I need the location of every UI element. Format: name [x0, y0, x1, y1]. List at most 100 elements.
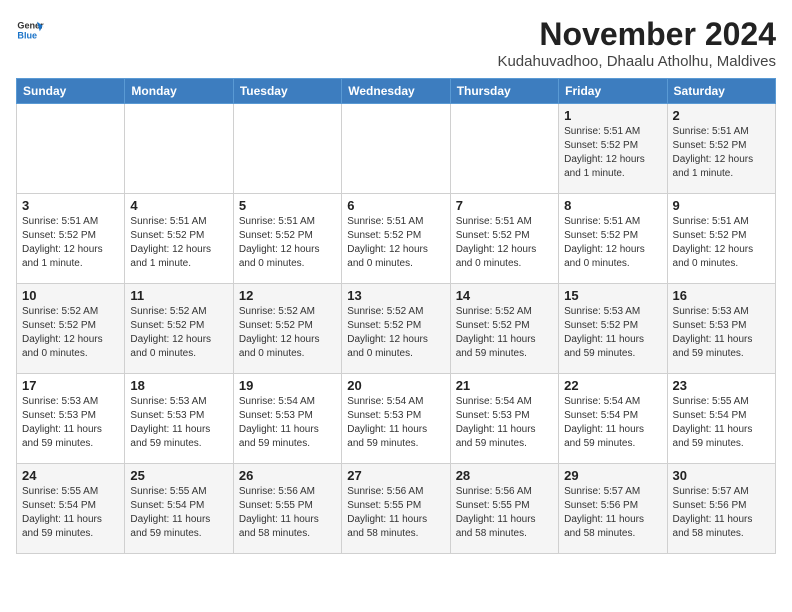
- location: Kudahuvadhoo, Dhaalu Atholhu, Maldives: [497, 53, 776, 70]
- day-info: Sunrise: 5:51 AMSunset: 5:52 PMDaylight:…: [239, 215, 336, 271]
- week-row-2: 3 Sunrise: 5:51 AMSunset: 5:52 PMDaylight…: [17, 194, 776, 284]
- day-cell: 24 Sunrise: 5:55 AMSunset: 5:54 PMDayligh…: [17, 464, 125, 554]
- day-cell: [125, 104, 233, 194]
- day-cell: [233, 104, 341, 194]
- day-cell: 23 Sunrise: 5:55 AMSunset: 5:54 PMDayligh…: [667, 374, 775, 464]
- weekday-header-monday: Monday: [125, 79, 233, 104]
- day-info: Sunrise: 5:54 AMSunset: 5:54 PMDaylight:…: [564, 395, 661, 451]
- day-cell: 3 Sunrise: 5:51 AMSunset: 5:52 PMDaylight…: [17, 194, 125, 284]
- day-info: Sunrise: 5:52 AMSunset: 5:52 PMDaylight:…: [22, 305, 119, 361]
- day-number: 10: [22, 288, 119, 303]
- day-number: 18: [130, 378, 227, 393]
- day-info: Sunrise: 5:52 AMSunset: 5:52 PMDaylight:…: [456, 305, 553, 361]
- day-info: Sunrise: 5:54 AMSunset: 5:53 PMDaylight:…: [239, 395, 336, 451]
- logo: General Blue: [16, 16, 44, 44]
- day-number: 3: [22, 198, 119, 213]
- day-cell: [342, 104, 450, 194]
- day-cell: 25Sunrise: 5:55 AMSunset: 5:54 PMDayligh…: [125, 464, 233, 554]
- day-cell: 2 Sunrise: 5:51 AMSunset: 5:52 PMDaylight…: [667, 104, 775, 194]
- weekday-header-friday: Friday: [559, 79, 667, 104]
- day-info: Sunrise: 5:53 AMSunset: 5:52 PMDaylight:…: [564, 305, 661, 361]
- day-cell: 27 Sunrise: 5:56 AMSunset: 5:55 PMDayligh…: [342, 464, 450, 554]
- day-info: Sunrise: 5:54 AMSunset: 5:53 PMDaylight:…: [456, 395, 553, 451]
- day-cell: 8 Sunrise: 5:51 AMSunset: 5:52 PMDaylight…: [559, 194, 667, 284]
- day-info: Sunrise: 5:57 AMSunset: 5:56 PMDaylight:…: [564, 485, 661, 541]
- day-number: 27: [347, 468, 444, 483]
- day-info: Sunrise: 5:51 AMSunset: 5:52 PMDaylight:…: [564, 125, 661, 181]
- day-number: 29: [564, 468, 661, 483]
- logo-icon: General Blue: [16, 16, 44, 44]
- calendar-table: SundayMondayTuesdayWednesdayThursdayFrid…: [16, 78, 776, 554]
- week-row-1: 1 Sunrise: 5:51 AMSunset: 5:52 PMDaylight…: [17, 104, 776, 194]
- day-info: Sunrise: 5:56 AMSunset: 5:55 PMDaylight:…: [456, 485, 553, 541]
- day-cell: 15 Sunrise: 5:53 AMSunset: 5:52 PMDayligh…: [559, 284, 667, 374]
- day-cell: 6 Sunrise: 5:51 AMSunset: 5:52 PMDaylight…: [342, 194, 450, 284]
- day-cell: 16 Sunrise: 5:53 AMSunset: 5:53 PMDayligh…: [667, 284, 775, 374]
- day-number: 4: [130, 198, 227, 213]
- weekday-header-thursday: Thursday: [450, 79, 558, 104]
- day-info: Sunrise: 5:51 AMSunset: 5:52 PMDaylight:…: [564, 215, 661, 271]
- day-number: 15: [564, 288, 661, 303]
- day-info: Sunrise: 5:53 AMSunset: 5:53 PMDaylight:…: [130, 395, 227, 451]
- weekday-header-saturday: Saturday: [667, 79, 775, 104]
- weekday-header-row: SundayMondayTuesdayWednesdayThursdayFrid…: [17, 79, 776, 104]
- day-info: Sunrise: 5:55 AMSunset: 5:54 PMDaylight:…: [22, 485, 119, 541]
- day-cell: 17Sunrise: 5:53 AMSunset: 5:53 PMDayligh…: [17, 374, 125, 464]
- day-info: Sunrise: 5:52 AMSunset: 5:52 PMDaylight:…: [130, 305, 227, 361]
- day-cell: 18 Sunrise: 5:53 AMSunset: 5:53 PMDayligh…: [125, 374, 233, 464]
- day-info: Sunrise: 5:56 AMSunset: 5:55 PMDaylight:…: [347, 485, 444, 541]
- day-cell: 28Sunrise: 5:56 AMSunset: 5:55 PMDayligh…: [450, 464, 558, 554]
- day-number: 24: [22, 468, 119, 483]
- day-number: 1: [564, 108, 661, 123]
- day-cell: 11 Sunrise: 5:52 AMSunset: 5:52 PMDayligh…: [125, 284, 233, 374]
- day-info: Sunrise: 5:51 AMSunset: 5:52 PMDaylight:…: [22, 215, 119, 271]
- day-info: Sunrise: 5:51 AMSunset: 5:52 PMDaylight:…: [673, 215, 770, 271]
- day-info: Sunrise: 5:52 AMSunset: 5:52 PMDaylight:…: [347, 305, 444, 361]
- day-number: 12: [239, 288, 336, 303]
- day-number: 21: [456, 378, 553, 393]
- day-cell: 9 Sunrise: 5:51 AMSunset: 5:52 PMDaylight…: [667, 194, 775, 284]
- day-info: Sunrise: 5:55 AMSunset: 5:54 PMDaylight:…: [130, 485, 227, 541]
- day-info: Sunrise: 5:54 AMSunset: 5:53 PMDaylight:…: [347, 395, 444, 451]
- day-number: 6: [347, 198, 444, 213]
- day-info: Sunrise: 5:57 AMSunset: 5:56 PMDaylight:…: [673, 485, 770, 541]
- day-info: Sunrise: 5:51 AMSunset: 5:52 PMDaylight:…: [673, 125, 770, 181]
- day-number: 19: [239, 378, 336, 393]
- weekday-header-sunday: Sunday: [17, 79, 125, 104]
- day-number: 8: [564, 198, 661, 213]
- day-cell: 12 Sunrise: 5:52 AMSunset: 5:52 PMDayligh…: [233, 284, 341, 374]
- weekday-header-tuesday: Tuesday: [233, 79, 341, 104]
- day-cell: 5 Sunrise: 5:51 AMSunset: 5:52 PMDaylight…: [233, 194, 341, 284]
- day-cell: 19 Sunrise: 5:54 AMSunset: 5:53 PMDayligh…: [233, 374, 341, 464]
- day-number: 16: [673, 288, 770, 303]
- day-number: 23: [673, 378, 770, 393]
- week-row-5: 24 Sunrise: 5:55 AMSunset: 5:54 PMDayligh…: [17, 464, 776, 554]
- day-number: 9: [673, 198, 770, 213]
- day-number: 13: [347, 288, 444, 303]
- page-header: General Blue November 2024 Kudahuvadhoo,…: [16, 16, 776, 70]
- day-info: Sunrise: 5:53 AMSunset: 5:53 PMDaylight:…: [673, 305, 770, 361]
- title-block: November 2024 Kudahuvadhoo, Dhaalu Athol…: [497, 16, 776, 70]
- day-info: Sunrise: 5:53 AMSunset: 5:53 PMDaylight:…: [22, 395, 119, 451]
- day-cell: [450, 104, 558, 194]
- day-cell: 4 Sunrise: 5:51 AMSunset: 5:52 PMDaylight…: [125, 194, 233, 284]
- day-number: 22: [564, 378, 661, 393]
- day-number: 20: [347, 378, 444, 393]
- day-number: 2: [673, 108, 770, 123]
- day-info: Sunrise: 5:51 AMSunset: 5:52 PMDaylight:…: [456, 215, 553, 271]
- day-cell: 30 Sunrise: 5:57 AMSunset: 5:56 PMDayligh…: [667, 464, 775, 554]
- day-info: Sunrise: 5:52 AMSunset: 5:52 PMDaylight:…: [239, 305, 336, 361]
- day-cell: [17, 104, 125, 194]
- day-info: Sunrise: 5:55 AMSunset: 5:54 PMDaylight:…: [673, 395, 770, 451]
- day-cell: 22 Sunrise: 5:54 AMSunset: 5:54 PMDayligh…: [559, 374, 667, 464]
- day-cell: 14Sunrise: 5:52 AMSunset: 5:52 PMDayligh…: [450, 284, 558, 374]
- day-number: 30: [673, 468, 770, 483]
- day-cell: 1 Sunrise: 5:51 AMSunset: 5:52 PMDaylight…: [559, 104, 667, 194]
- day-number: 5: [239, 198, 336, 213]
- day-number: 7: [456, 198, 553, 213]
- day-number: 11: [130, 288, 227, 303]
- day-info: Sunrise: 5:51 AMSunset: 5:52 PMDaylight:…: [130, 215, 227, 271]
- day-info: Sunrise: 5:51 AMSunset: 5:52 PMDaylight:…: [347, 215, 444, 271]
- week-row-4: 17Sunrise: 5:53 AMSunset: 5:53 PMDayligh…: [17, 374, 776, 464]
- svg-text:Blue: Blue: [17, 30, 37, 40]
